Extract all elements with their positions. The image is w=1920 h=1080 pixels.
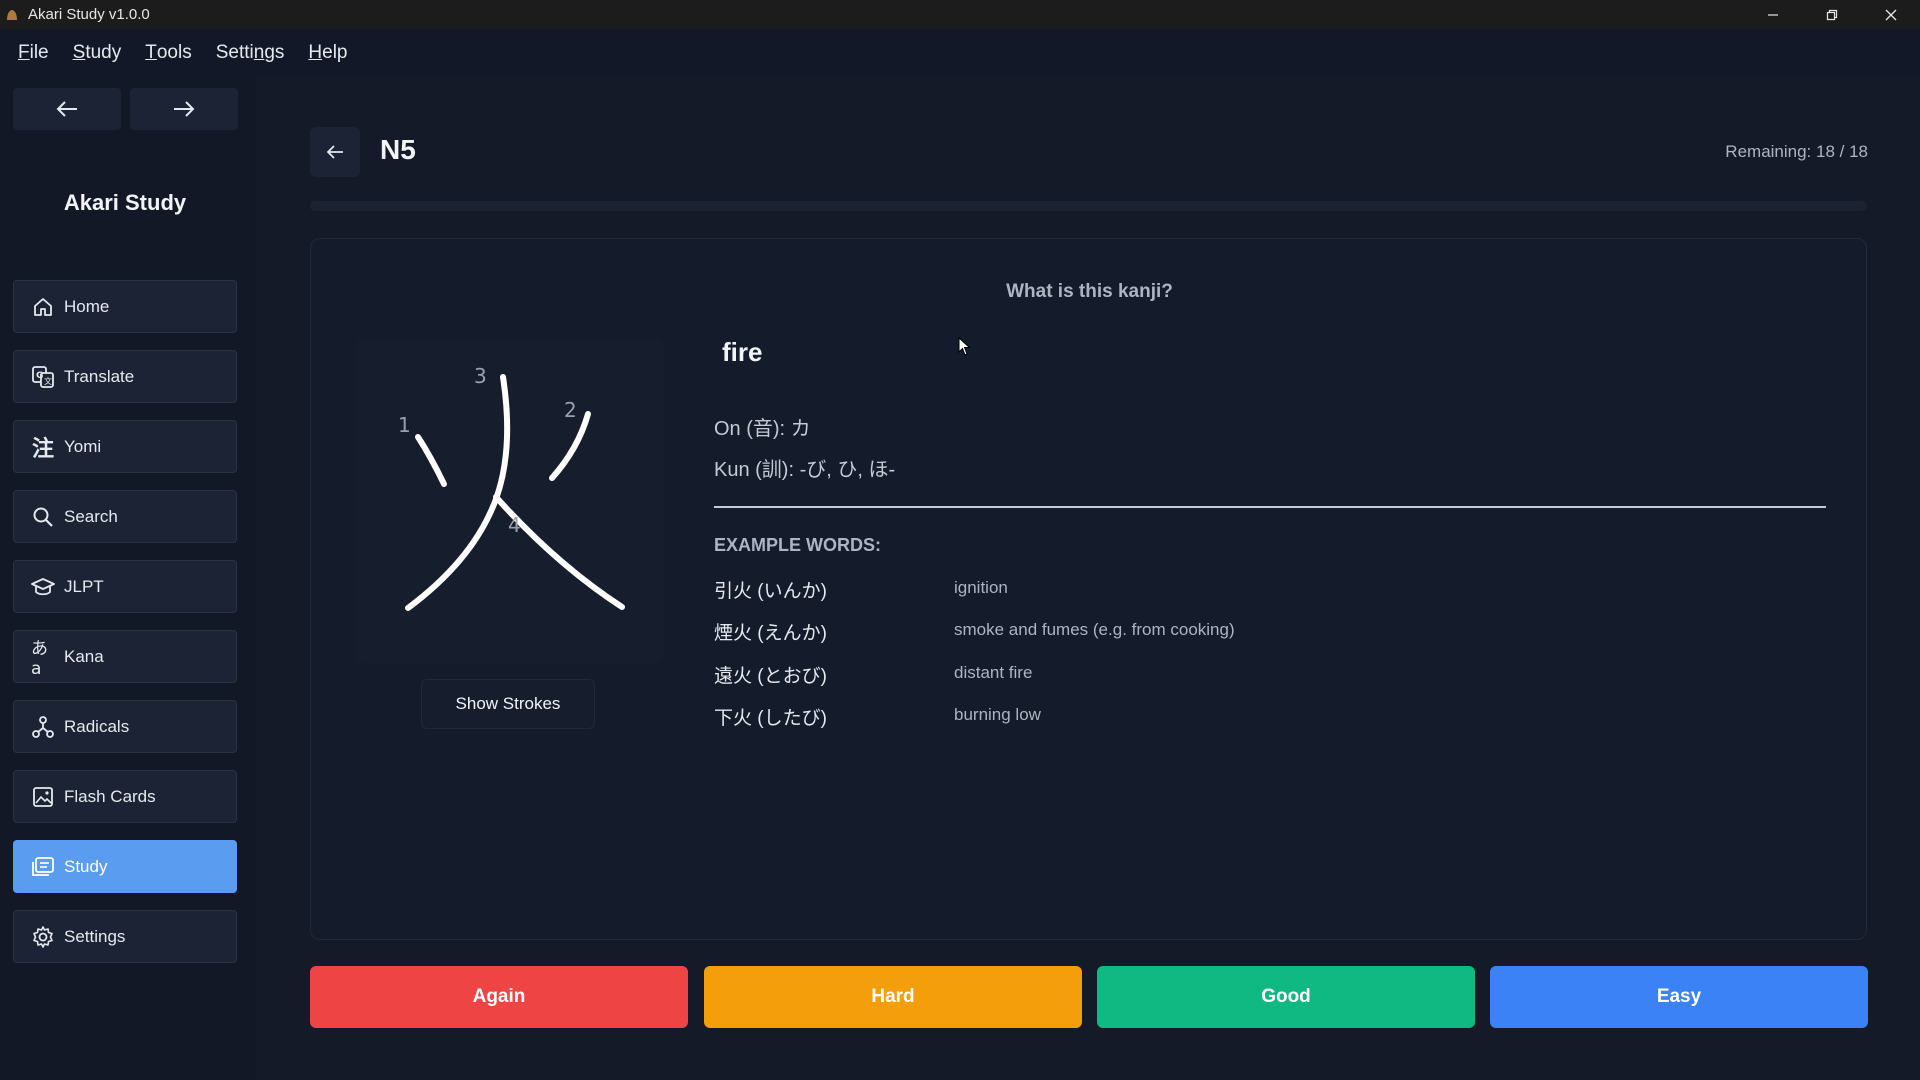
sidebar-item-home[interactable]: Home <box>13 280 237 333</box>
example-word: 煙火 (えんか) <box>714 623 827 644</box>
kun-reading: Kun (訓): -び, ひ, ほ- <box>714 459 896 481</box>
svg-text:文: 文 <box>44 376 52 386</box>
sidebar-item-jlpt[interactable]: JLPT <box>13 560 237 613</box>
menu-file[interactable]: File <box>6 29 61 76</box>
example-meaning: distant fire <box>954 663 1033 682</box>
close-button[interactable] <box>1861 0 1920 29</box>
app-icon <box>7 9 17 20</box>
svg-text:G: G <box>36 371 43 381</box>
show-strokes-button[interactable]: Show Strokes <box>421 679 595 729</box>
study-card: What is this kanji? 1 2 3 4 Show Strokes… <box>310 238 1867 940</box>
back-button[interactable] <box>310 127 360 177</box>
stroke-number: 2 <box>564 398 577 422</box>
translate-icon: G文 <box>31 365 55 389</box>
search-icon <box>31 505 55 529</box>
stroke-number: 1 <box>398 413 411 437</box>
stroke-3 <box>405 374 511 611</box>
again-button[interactable]: Again <box>310 966 688 1028</box>
restore-icon <box>1826 9 1837 20</box>
easy-button[interactable]: Easy <box>1490 966 1868 1028</box>
graduation-cap-icon <box>31 575 55 599</box>
sidebar-item-label: Search <box>64 506 118 526</box>
sidebar-item-settings[interactable]: Settings <box>13 910 237 963</box>
forward-nav-button[interactable] <box>130 88 238 130</box>
sidebar-item-kana[interactable]: あa Kana <box>13 630 237 683</box>
kanji-stroke-diagram: 1 2 3 4 <box>356 339 664 663</box>
example-row: 引火 (いんか) ignition <box>714 576 1814 606</box>
mouse-cursor-icon <box>958 337 971 356</box>
example-meaning: ignition <box>954 578 1008 597</box>
menu-help[interactable]: Help <box>296 29 359 76</box>
window-title: Akari Study v1.0.0 <box>28 6 150 23</box>
divider <box>714 506 1826 508</box>
example-meaning: burning low <box>954 705 1041 724</box>
study-icon <box>31 855 55 879</box>
sidebar-item-study[interactable]: Study <box>13 840 237 893</box>
sidebar-item-label: JLPT <box>64 576 104 596</box>
sidebar-item-translate[interactable]: G文 Translate <box>13 350 237 403</box>
sidebar: Akari Study Home G文 Translate 注 Yomi Sea… <box>0 76 256 1080</box>
examples-heading: EXAMPLE WORDS: <box>714 535 882 555</box>
example-word: 下火 (したび) <box>714 708 827 729</box>
sidebar-item-label: Settings <box>64 926 126 946</box>
back-nav-button[interactable] <box>13 88 121 130</box>
sidebar-item-label: Study <box>64 856 108 876</box>
arrow-left-icon <box>56 101 77 117</box>
sidebar-item-flash-cards[interactable]: Flash Cards <box>13 770 237 823</box>
example-word: 遠火 (とおび) <box>714 666 827 687</box>
example-word: 引火 (いんか) <box>714 581 827 602</box>
hard-button[interactable]: Hard <box>704 966 1082 1028</box>
minimize-icon <box>1767 13 1778 16</box>
stroke-number: 3 <box>474 364 487 388</box>
sidebar-item-label: Kana <box>64 646 104 666</box>
stroke-number: 4 <box>508 513 521 537</box>
image-icon <box>31 785 55 809</box>
menu-settings[interactable]: Setti n gs <box>204 29 297 76</box>
sidebar-item-label: Flash Cards <box>64 786 156 806</box>
example-row: 煙火 (えんか) smoke and fumes (e.g. from cook… <box>714 618 1814 648</box>
arrow-right-icon <box>174 101 195 117</box>
minimize-button[interactable] <box>1743 0 1802 29</box>
sidebar-item-radicals[interactable]: Radicals <box>13 700 237 753</box>
remaining-count: Remaining: 18 / 18 <box>1725 142 1868 161</box>
kanji-meaning: fire <box>722 337 763 367</box>
radicals-icon <box>31 715 55 739</box>
progress-bar <box>310 201 1867 211</box>
stroke-1 <box>415 434 447 487</box>
home-icon <box>31 295 55 319</box>
gear-icon <box>31 925 55 949</box>
sidebar-item-label: Radicals <box>64 716 130 736</box>
menu-tools[interactable]: Tools <box>133 29 203 76</box>
yomi-icon: 注 <box>31 436 54 462</box>
example-meaning: smoke and fumes (e.g. from cooking) <box>954 620 1235 639</box>
sidebar-item-label: Home <box>64 296 110 316</box>
maximize-button[interactable] <box>1802 0 1861 29</box>
sidebar-item-label: Yomi <box>64 436 102 456</box>
sidebar-item-search[interactable]: Search <box>13 490 237 543</box>
stroke-2 <box>549 411 591 481</box>
sidebar-item-yomi[interactable]: 注 Yomi <box>13 420 237 473</box>
example-row: 遠火 (とおび) distant fire <box>714 661 1814 691</box>
history-nav <box>13 88 238 130</box>
kanji-strokes: 1 2 3 4 <box>398 364 625 611</box>
on-reading: On (音): カ <box>714 418 811 440</box>
close-icon <box>1885 9 1896 20</box>
app-brand: Akari Study <box>63 190 187 215</box>
menu-study[interactable]: Study <box>61 29 134 76</box>
sidebar-item-label: Translate <box>64 366 135 386</box>
window-controls <box>1743 0 1920 29</box>
menu-bar: File Study Tools Setti n gs Help <box>0 29 1920 76</box>
question-prompt: What is this kanji? <box>1006 281 1173 302</box>
page-title: N5 <box>380 134 416 165</box>
title-bar: Akari Study v1.0.0 <box>0 0 1920 29</box>
good-button[interactable]: Good <box>1097 966 1475 1028</box>
example-row: 下火 (したび) burning low <box>714 703 1814 733</box>
kana-icon: あa <box>31 639 48 679</box>
arrow-left-icon <box>326 145 343 159</box>
